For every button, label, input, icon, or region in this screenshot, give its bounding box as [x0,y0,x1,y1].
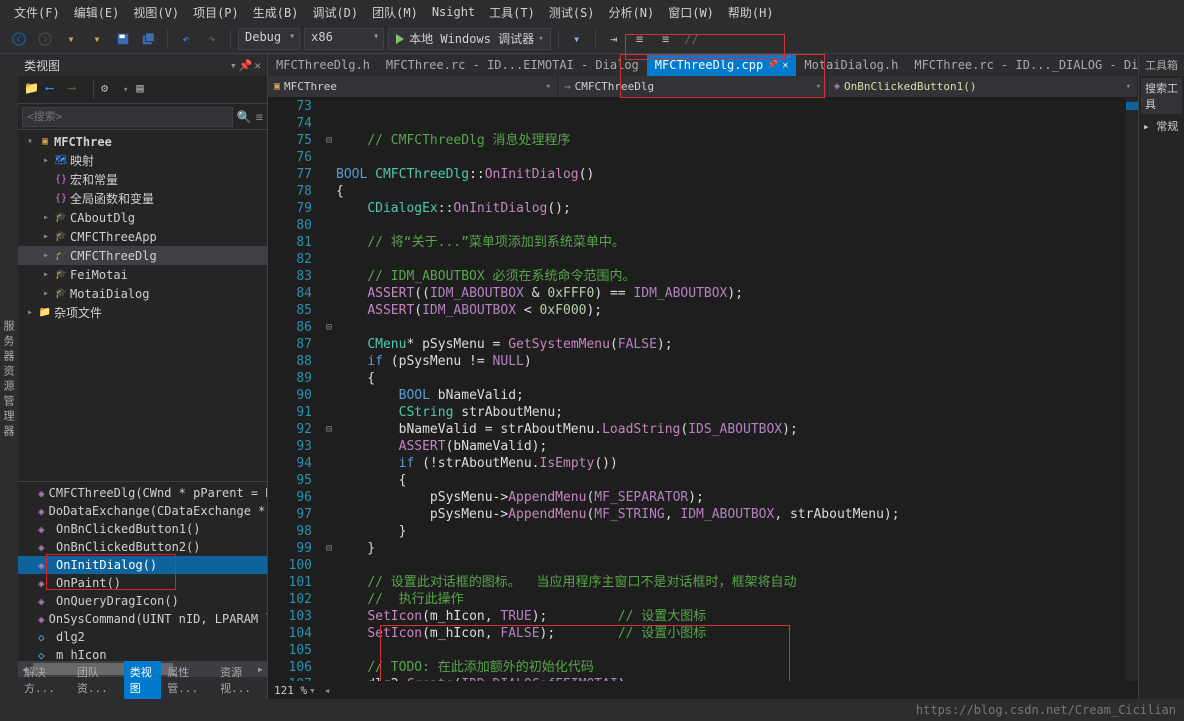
watermark: https://blog.csdn.net/Cream_Cicilian [916,703,1176,717]
panel-tab[interactable]: 解决方... [18,661,71,699]
tree-node[interactable]: ▸🎓CMFCThreeApp [18,227,267,246]
tree-node[interactable]: {}宏和常量 [18,170,267,189]
member-combo[interactable]: ◈OnBnClickedButton1() [828,76,1138,97]
fold-column[interactable]: ⊟⊟⊟⊟ [322,98,336,681]
menu-item[interactable]: 帮助(H) [722,2,780,23]
new-icon[interactable]: ▾ [60,28,82,50]
line-gutter: 7374757677787980818283848586878889909192… [268,98,322,681]
fwd-icon[interactable]: ⟶ [68,81,86,99]
zoom-level[interactable]: 121 % [274,684,307,697]
panel-tab[interactable]: 类视图 [124,661,162,699]
panel-tab[interactable]: 资源视... [214,661,267,699]
menu-item[interactable]: 视图(V) [127,2,185,23]
member-item[interactable]: ◈OnPaint() [18,574,267,592]
menu-item[interactable]: 生成(B) [247,2,305,23]
doc-tab[interactable]: MFCThree.rc - ID...EIMOTAI - Dialog [378,54,647,76]
config-combo[interactable]: Debug [238,28,300,50]
menu-item[interactable]: 团队(M) [366,2,424,23]
scope-combo[interactable]: ▣MFCThree [268,76,558,97]
menu-item[interactable]: 测试(S) [543,2,601,23]
pin-icon[interactable]: 📌 [239,59,253,72]
run-button[interactable]: 本地 Windows 调试器▾ [388,28,550,50]
toolbox-search[interactable]: 搜索工具 [1141,78,1182,114]
member-item[interactable]: ◈CMFCThreeDlg(CWnd * pParent = NULL) [18,484,267,502]
member-item[interactable]: ◈OnBnClickedButton1() [18,520,267,538]
member-list[interactable]: ◈CMFCThreeDlg(CWnd * pParent = NULL)◈DoD… [18,481,267,661]
menubar: 文件(F)编辑(E)视图(V)项目(P)生成(B)调试(D)团队(M)Nsigh… [0,0,1184,24]
view-icon[interactable]: ▤ [136,81,154,99]
nav-back-icon[interactable] [8,28,30,50]
settings-icon[interactable]: ⚙ [101,81,119,99]
menu-item[interactable]: 编辑(E) [68,2,126,23]
back-icon[interactable]: ⟵ [46,81,64,99]
step-icon[interactable]: ⇥ [603,28,625,50]
member-label: OnBnClickedButton1() [844,80,976,93]
server-explorer-strip[interactable]: 服务器资源管理器 [0,54,18,699]
platform-combo[interactable]: x86 [304,28,384,50]
tree-node[interactable]: ▸🎓CAboutDlg [18,208,267,227]
tree-node[interactable]: ▾▣MFCThree [18,132,267,151]
tree-node[interactable]: ▸🎓FeiMotai [18,265,267,284]
tree-node[interactable]: {}全局函数和变量 [18,189,267,208]
editor-area: MFCThreeDlg.hMFCThree.rc - ID...EIMOTAI … [268,54,1138,699]
tree-node[interactable]: ▸📁杂项文件 [18,303,267,322]
code-editor[interactable]: 7374757677787980818283848586878889909192… [268,98,1138,681]
member-item[interactable]: ◇dlg2 [18,628,267,646]
nav-fwd-icon[interactable] [34,28,56,50]
tree-node[interactable]: ▸🎓MotaiDialog [18,284,267,303]
menu-item[interactable]: 分析(N) [603,2,661,23]
menu-item[interactable]: 项目(P) [187,2,245,23]
classview-title: 类视图 [24,57,60,74]
close-icon[interactable]: ✕ [254,59,261,72]
search-icon[interactable]: 🔍 [233,110,256,124]
panel-tab[interactable]: 属性管... [161,661,214,699]
member-item[interactable]: ◈DoDataExchange(CDataExchange * pDX) [18,502,267,520]
nav-bar: ▣MFCThree →CMFCThreeDlg ◈OnBnClickedButt… [268,76,1138,98]
search-input[interactable] [22,107,233,127]
toolbox-group[interactable]: ▸ 常规 [1139,116,1184,136]
menu-item[interactable]: 工具(T) [483,2,541,23]
class-tree[interactable]: ▾▣MFCThree▸🗺映射{}宏和常量{}全局函数和变量▸🎓CAboutDlg… [18,130,267,481]
tree-node[interactable]: ▸🎓CMFCThreeDlg [18,246,267,265]
clear-icon[interactable]: ≡ [256,110,263,124]
member-item[interactable]: ◈OnQueryDragIcon() [18,592,267,610]
dropdown-icon[interactable]: ▾ [230,59,237,72]
bottom-tool-tabs: 解决方...团队资...类视图属性管...资源视... [18,677,267,699]
classview-toolbar: 📁 ⟵ ⟶ ⚙ ▾ ▤ [18,76,267,104]
member-item[interactable]: ◇m_hIcon [18,646,267,661]
tool-icon[interactable]: ▾ [566,28,588,50]
doc-tab[interactable]: MFCThree.rc - ID..._DIALOG - Dialog [906,54,1138,76]
member-item[interactable]: ◈OnBnClickedButton2() [18,538,267,556]
toolbox-panel: 工具箱 搜索工具 ▸ 常规 [1138,54,1184,699]
run-label: 本地 Windows 调试器 [409,30,534,47]
doc-tab[interactable]: MFCThreeDlg.h [268,54,378,76]
classview-search: 🔍 ≡ [18,104,267,130]
main-toolbar: ▾ ▾ ↶ ↷ Debug x86 本地 Windows 调试器▾ ▾ ⇥ ≡ … [0,24,1184,54]
open-icon[interactable]: ▾ [86,28,108,50]
member-item[interactable]: ◈OnInitDialog() [18,556,267,574]
scroll-overview[interactable] [1126,98,1138,681]
menu-item[interactable]: 窗口(W) [662,2,720,23]
newfolder-icon[interactable]: 📁 [24,81,42,99]
saveall-icon[interactable] [138,28,160,50]
toolbox-title: 工具箱 [1139,54,1184,76]
undo-icon[interactable]: ↶ [175,28,197,50]
menu-item[interactable]: 调试(D) [306,2,364,23]
menu-item[interactable]: Nsight [426,3,481,21]
tree-node[interactable]: ▸🗺映射 [18,151,267,170]
menu-item[interactable]: 文件(F) [8,2,66,23]
panel-tab[interactable]: 团队资... [71,661,124,699]
classview-header: 类视图 ▾ 📌 ✕ [18,54,267,76]
editor-status: 121 %▾◂ [268,681,1138,699]
save-icon[interactable] [112,28,134,50]
member-item[interactable]: ◈OnSysCommand(UINT nID, LPARAM lParam) [18,610,267,628]
scope-label: MFCThree [284,80,337,93]
class-view-panel: 类视图 ▾ 📌 ✕ 📁 ⟵ ⟶ ⚙ ▾ ▤ 🔍 ≡ ▾▣MFCThree▸🗺映射… [18,54,268,699]
redo-icon[interactable]: ↷ [201,28,223,50]
code-lines[interactable]: // CMFCThreeDlg 消息处理程序BOOL CMFCThreeDlg:… [336,98,1126,681]
